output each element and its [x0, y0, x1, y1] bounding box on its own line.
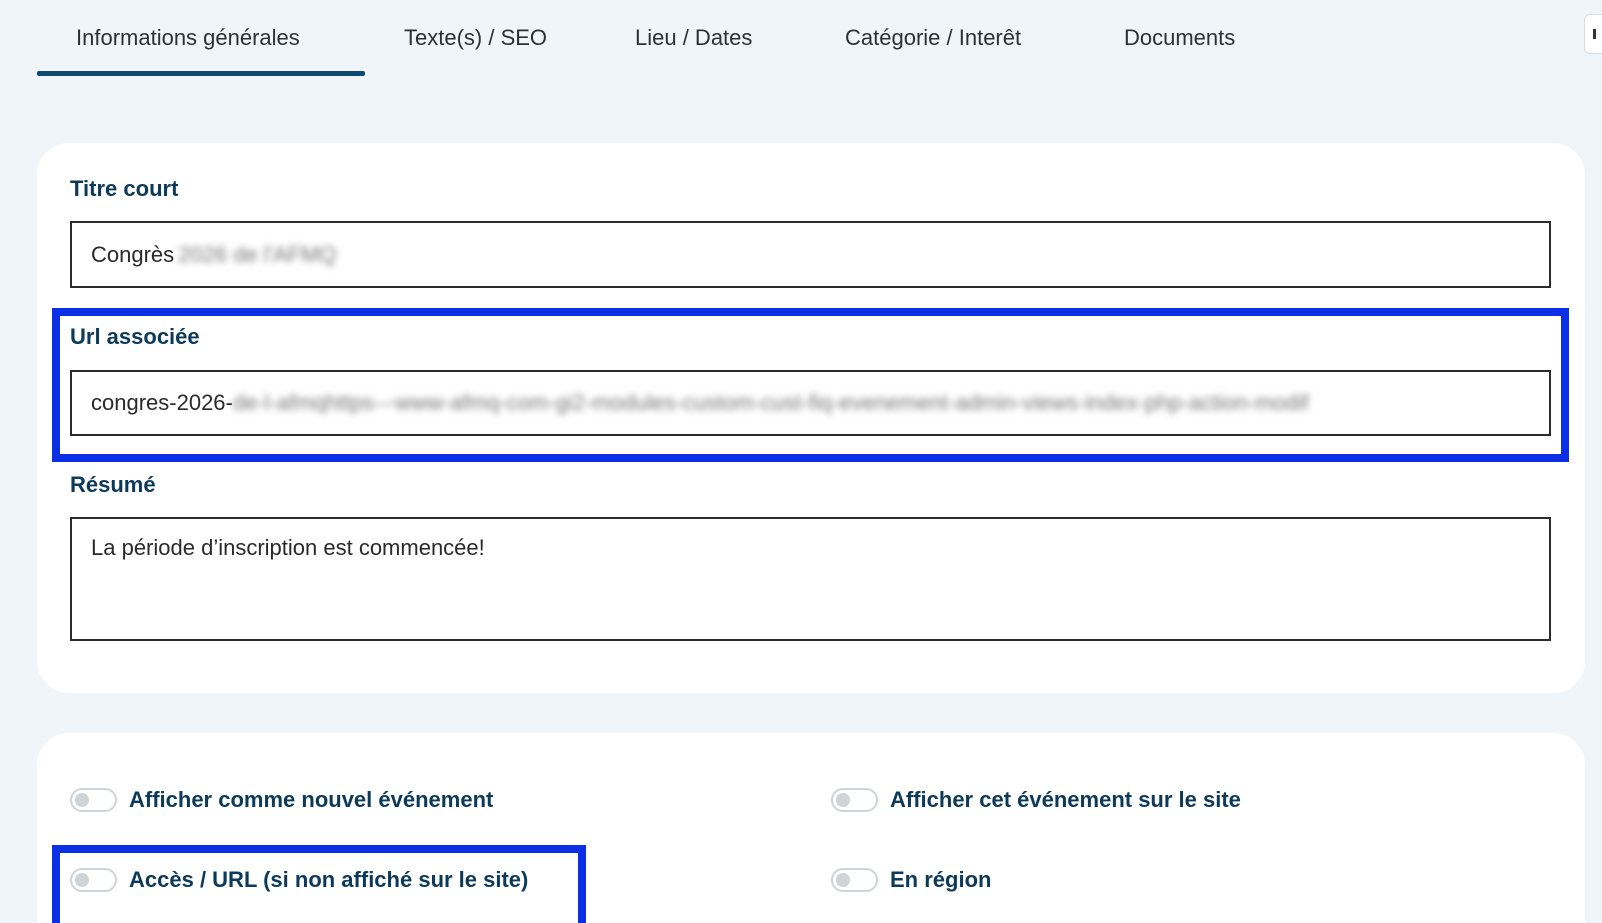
toggle-knob	[836, 873, 850, 887]
nouvel-evenement-label: Afficher comme nouvel événement	[129, 787, 494, 812]
options-card	[37, 733, 1585, 923]
toggle-row-afficher-sur-site: Afficher cet événement sur le site	[831, 787, 1241, 813]
edge-button[interactable]	[1584, 14, 1602, 54]
afficher-sur-site-label: Afficher cet événement sur le site	[890, 787, 1241, 812]
toggle-knob	[75, 793, 89, 807]
titre-court-value: Congrès	[91, 241, 175, 267]
titre-court-label: Titre court	[70, 176, 179, 201]
tab-lieu-dates[interactable]: Lieu / Dates	[635, 20, 752, 56]
en-region-label: En région	[890, 867, 992, 892]
en-region-toggle[interactable]	[831, 868, 878, 892]
toggle-knob	[75, 873, 89, 887]
active-tab-indicator	[37, 71, 365, 76]
url-associee-input[interactable]: congres-2026- de-l-afmqhttps---www-afmq-…	[70, 370, 1551, 436]
tab-informations-generales[interactable]: Informations générales	[76, 20, 300, 56]
resume-label: Résumé	[70, 472, 156, 497]
acces-url-label: Accès / URL (si non affiché sur le site)	[129, 867, 529, 892]
resume-value: La période d’inscription est commencée!	[91, 535, 485, 560]
toggle-knob	[836, 793, 850, 807]
tab-bar: Informations générales Texte(s) / SEO Li…	[0, 0, 1602, 80]
toggle-row-en-region: En région	[831, 867, 991, 893]
acces-url-toggle[interactable]	[70, 868, 117, 892]
toggle-row-acces-url: Accès / URL (si non affiché sur le site)	[70, 867, 528, 893]
titre-court-input[interactable]: Congrès 2026 de l'AFMQ	[70, 221, 1551, 288]
tab-textes-seo[interactable]: Texte(s) / SEO	[404, 20, 547, 56]
toggle-row-nouvel-evenement: Afficher comme nouvel événement	[70, 787, 493, 813]
url-associee-value: congres-2026-	[91, 390, 233, 415]
tab-categorie-interet[interactable]: Catégorie / Interêt	[845, 20, 1021, 56]
nouvel-evenement-toggle[interactable]	[70, 788, 117, 812]
url-associee-value-blurred: de-l-afmqhttps---www-afmq-com-gi2-module…	[232, 390, 1309, 415]
tab-documents[interactable]: Documents	[1124, 20, 1235, 56]
url-associee-label: Url associée	[70, 324, 200, 349]
resume-textarea[interactable]: La période d’inscription est commencée!	[70, 517, 1551, 641]
titre-court-value-blurred: 2026 de l'AFMQ	[178, 241, 337, 267]
afficher-sur-site-toggle[interactable]	[831, 788, 878, 812]
